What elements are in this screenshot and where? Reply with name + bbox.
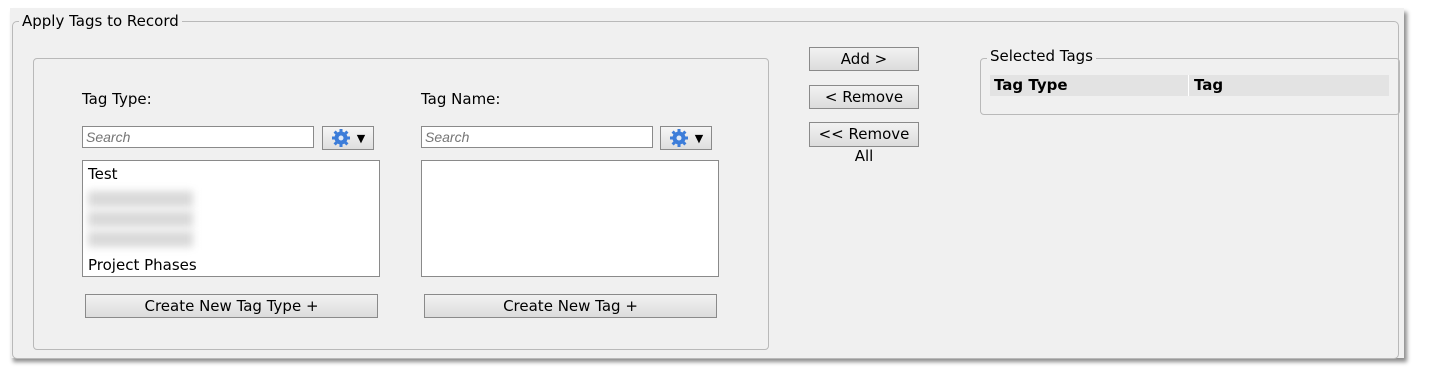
selected-tags-title: Selected Tags bbox=[987, 47, 1097, 65]
add-button[interactable]: Add > bbox=[809, 47, 919, 71]
selected-tags-group: Selected Tags Tag Type Tag bbox=[980, 47, 1400, 115]
column-divider bbox=[1188, 75, 1189, 96]
chevron-down-icon: ▼ bbox=[356, 131, 366, 145]
gear-icon bbox=[331, 129, 350, 147]
tag-name-search-input[interactable] bbox=[421, 126, 653, 148]
tag-name-list[interactable] bbox=[421, 160, 719, 277]
apply-tags-panel: Apply Tags to Record Tag Type: ▼ Test Pr… bbox=[10, 8, 1404, 359]
column-header-tag[interactable]: Tag bbox=[1194, 76, 1223, 94]
tag-type-label: Tag Type: bbox=[82, 90, 152, 108]
redacted-item bbox=[88, 191, 193, 207]
remove-all-button[interactable]: << Remove All bbox=[809, 122, 919, 165]
create-tag-button[interactable]: Create New Tag + bbox=[424, 294, 717, 318]
remove-button[interactable]: < Remove bbox=[809, 85, 919, 109]
column-header-tag-type[interactable]: Tag Type bbox=[994, 76, 1068, 94]
create-tag-type-button[interactable]: Create New Tag Type + bbox=[85, 294, 378, 318]
gear-icon bbox=[669, 129, 688, 147]
tag-type-list[interactable]: Test Project Phases bbox=[82, 160, 380, 277]
chevron-down-icon: ▼ bbox=[694, 131, 704, 145]
tag-type-options-button[interactable]: ▼ bbox=[322, 126, 374, 150]
tag-type-search-input[interactable] bbox=[82, 126, 314, 148]
redacted-item bbox=[88, 231, 193, 247]
selected-tags-header: Tag Type Tag bbox=[990, 75, 1389, 96]
group-title: Apply Tags to Record bbox=[22, 12, 179, 30]
tag-name-options-button[interactable]: ▼ bbox=[660, 126, 712, 150]
redacted-item bbox=[88, 211, 193, 227]
list-item[interactable]: Project Phases bbox=[88, 256, 197, 274]
tag-name-label: Tag Name: bbox=[421, 90, 501, 108]
tag-picker-box: Tag Type: ▼ Test Project Phases Create N… bbox=[33, 58, 769, 350]
list-item[interactable]: Test bbox=[88, 165, 118, 183]
